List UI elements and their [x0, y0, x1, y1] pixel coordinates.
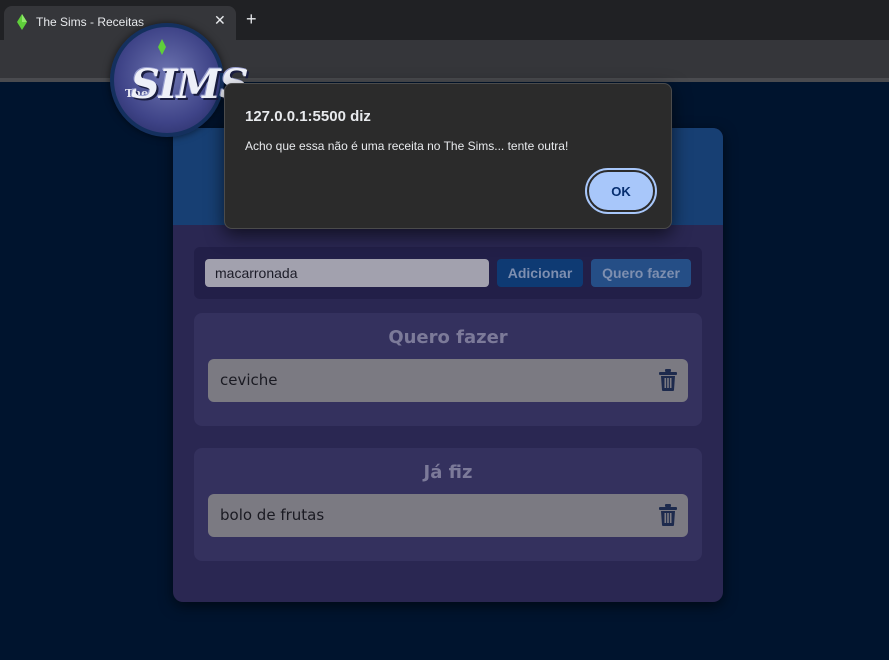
ok-button[interactable]: OK [585, 168, 657, 214]
close-tab-icon[interactable]: ✕ [214, 12, 226, 28]
alert-dialog: 127.0.0.1:5500 diz Acho que essa não é u… [224, 83, 672, 229]
tab-title: The Sims - Receitas [36, 15, 145, 29]
trash-icon[interactable] [659, 369, 677, 391]
done-section: Já fiz bolo de frutas [194, 448, 702, 561]
list-item-text: ceviche [220, 371, 278, 389]
list-item-text: bolo de frutas [220, 506, 325, 524]
want-section: Quero fazer ceviche [194, 313, 702, 426]
recipe-input[interactable] [205, 259, 489, 287]
plumbob-icon [158, 39, 166, 55]
list-item: bolo de frutas [208, 494, 688, 537]
dialog-message: Acho que essa não é uma receita no The S… [245, 139, 569, 153]
add-button[interactable]: Adicionar [497, 259, 583, 287]
new-tab-button[interactable]: + [246, 9, 257, 29]
done-section-title: Já fiz [423, 462, 473, 483]
want-to-make-button[interactable]: Quero fazer [591, 259, 691, 287]
want-section-title: Quero fazer [388, 327, 508, 348]
plumbob-icon [17, 14, 27, 30]
input-panel: Adicionar Quero fazer [194, 247, 702, 299]
list-item: ceviche [208, 359, 688, 402]
trash-icon[interactable] [659, 504, 677, 526]
dialog-title: 127.0.0.1:5500 diz [245, 108, 371, 125]
sims-logo: The SIMS [110, 23, 249, 137]
